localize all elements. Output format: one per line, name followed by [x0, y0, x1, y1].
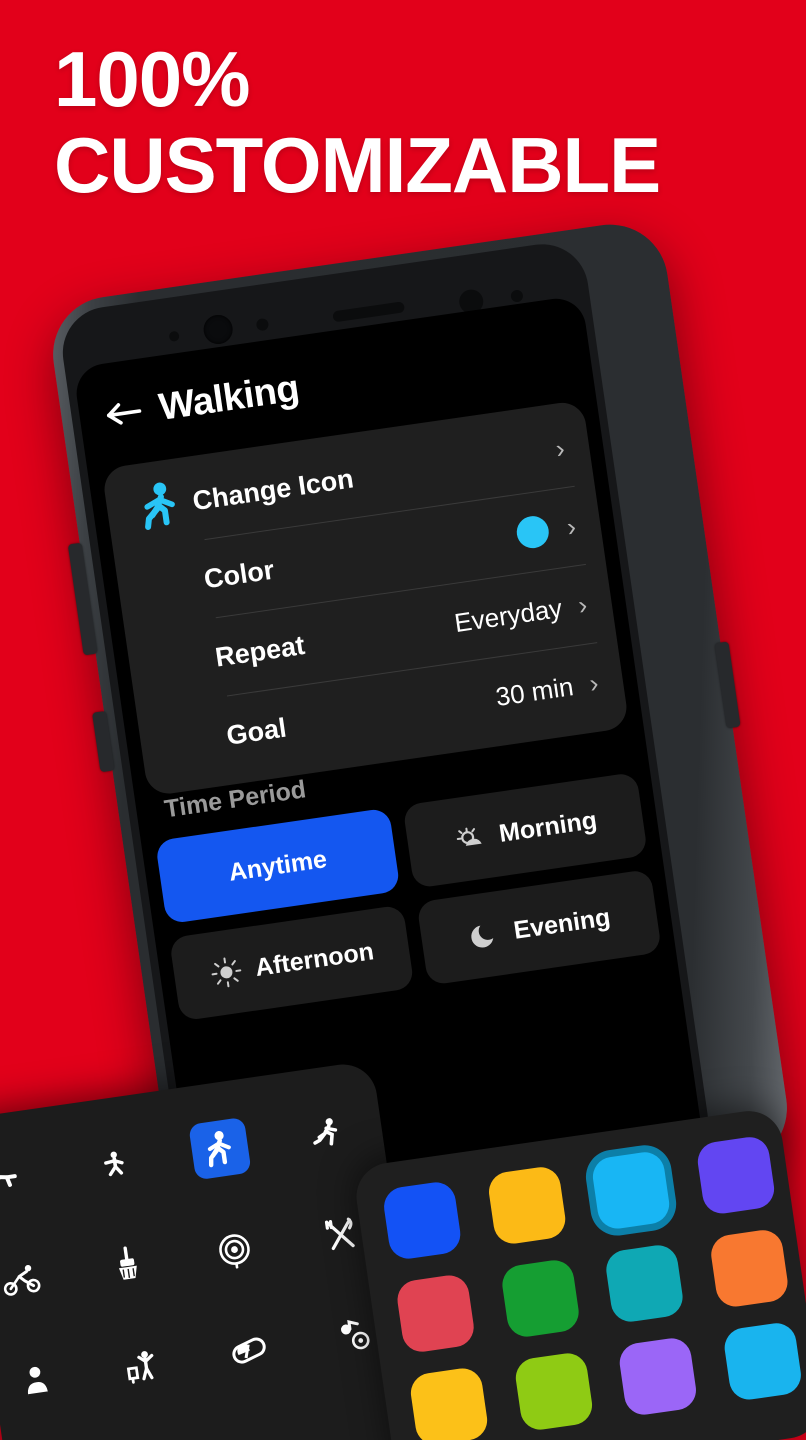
earpiece-speaker [332, 301, 406, 323]
sensor-icon [168, 330, 180, 342]
settings-card: Change Icon › Color › Repeat Everyday › … [101, 399, 630, 797]
stretching-icon [82, 1132, 145, 1195]
goal-row-spacer [161, 736, 226, 745]
medicine-pill-icon [217, 1319, 280, 1382]
color-swatch-green[interactable] [499, 1257, 581, 1340]
front-camera-icon [201, 313, 235, 346]
led-indicator-icon [510, 289, 524, 303]
color-swatch-sky[interactable] [721, 1320, 804, 1403]
proximity-sensor-icon [255, 317, 270, 332]
color-swatch-cyan[interactable] [590, 1149, 672, 1232]
color-swatch-blue[interactable] [381, 1179, 463, 1262]
time-option-afternoon[interactable]: Afternoon [168, 904, 415, 1022]
walking-person-icon [124, 477, 196, 536]
time-option-anytime[interactable]: Anytime [154, 807, 401, 925]
row-label: Goal [224, 712, 289, 751]
icon-cell[interactable] [162, 1113, 276, 1184]
meditation-target-icon [203, 1218, 266, 1281]
color-swatch-lime[interactable] [512, 1350, 595, 1433]
chevron-right-icon: › [576, 588, 589, 620]
color-swatch-yellow[interactable] [408, 1365, 490, 1440]
row-value: 30 min [493, 670, 576, 712]
back-arrow-icon[interactable] [104, 395, 148, 430]
color-swatch-red[interactable] [394, 1272, 477, 1355]
selected-color-swatch [514, 514, 551, 551]
sun-icon [207, 953, 246, 992]
promo-headline: 100% CUSTOMIZABLE [54, 35, 774, 210]
repeat-row-spacer [150, 658, 215, 667]
icon-cell[interactable] [0, 1144, 64, 1215]
chevron-right-icon: › [564, 510, 578, 542]
time-option-label: Morning [497, 805, 599, 848]
cleaning-broom-icon [96, 1233, 159, 1296]
icon-cell[interactable] [0, 1346, 93, 1417]
page-title: Walking [156, 366, 302, 429]
headline-line-2: CUSTOMIZABLE [54, 121, 661, 210]
sitting-person-icon [4, 1350, 67, 1413]
icon-cell[interactable] [192, 1315, 306, 1386]
icon-cell[interactable] [85, 1331, 199, 1402]
walking-icon [187, 1116, 252, 1181]
time-option-evening[interactable]: Evening [416, 868, 662, 986]
time-option-label: Evening [511, 902, 613, 945]
cycling-icon [0, 1249, 53, 1312]
icon-cell[interactable] [0, 1245, 79, 1316]
promo-screenshot: 100% CUSTOMIZABLE Walking Change Icon › … [0, 0, 806, 1440]
running-icon [294, 1102, 357, 1165]
color-swatch-teal[interactable] [603, 1242, 686, 1325]
celebrate-person-icon [111, 1334, 174, 1397]
time-option-label: Anytime [226, 844, 329, 887]
icon-picker-grid [0, 1098, 427, 1440]
exercise-pushup-icon [0, 1148, 39, 1211]
chevron-right-icon: › [553, 432, 567, 464]
icon-cell[interactable] [56, 1129, 170, 1200]
color-swatch-amber[interactable] [485, 1164, 568, 1247]
sunrise-icon [451, 819, 490, 858]
icon-cell[interactable] [269, 1098, 383, 1169]
row-label: Repeat [213, 629, 307, 673]
color-swatch-orange[interactable] [708, 1227, 790, 1310]
chevron-right-icon: › [587, 667, 601, 698]
icon-cell[interactable] [71, 1230, 185, 1301]
color-swatch-violet[interactable] [617, 1335, 699, 1418]
time-option-label: Afternoon [253, 936, 376, 982]
color-row-spacer [139, 580, 204, 589]
headline-line-1: 100% [54, 35, 251, 123]
row-value: Everyday [452, 592, 564, 638]
time-option-morning[interactable]: Morning [402, 771, 649, 889]
icon-cell[interactable] [177, 1214, 291, 1285]
color-swatch-purple[interactable] [694, 1134, 777, 1217]
color-picker-grid [381, 1133, 806, 1440]
moon-icon [466, 916, 505, 955]
